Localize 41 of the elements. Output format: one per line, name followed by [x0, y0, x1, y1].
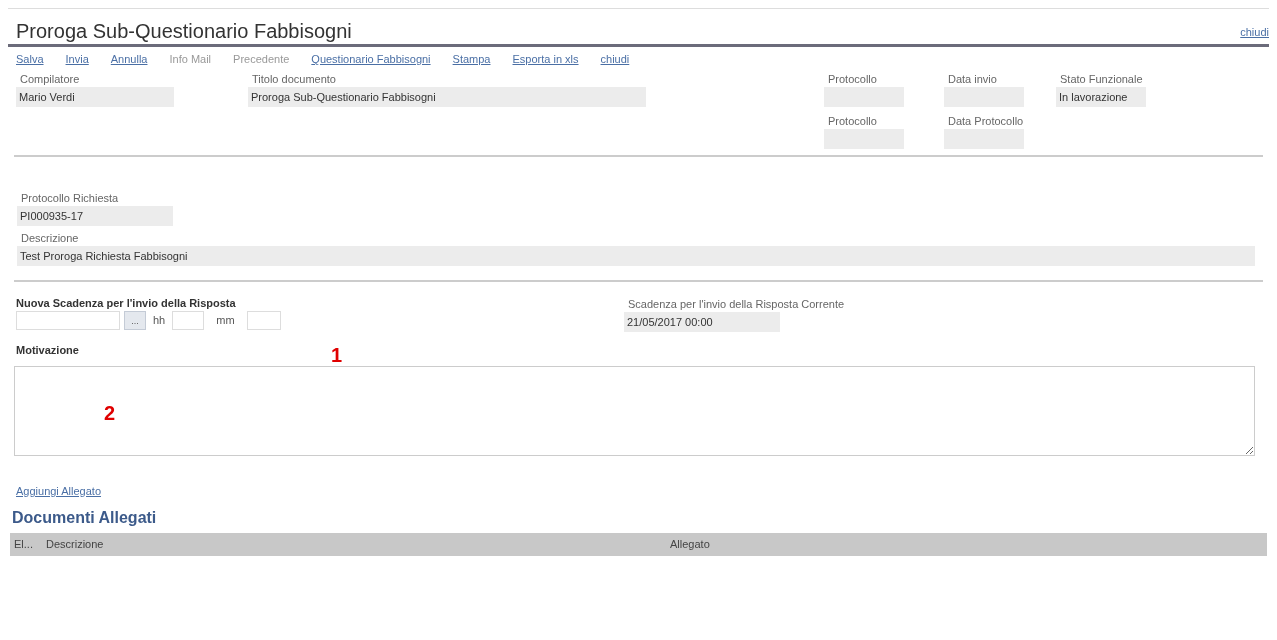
hour-label: hh — [152, 313, 167, 329]
toolbar-link[interactable]: Annulla — [110, 52, 148, 66]
field-label: Descrizione — [20, 231, 80, 246]
callout-number: 1 — [331, 343, 343, 368]
compilatore-field: Mario Verdi — [16, 87, 174, 107]
column-header: El... — [13, 537, 34, 553]
minute-label: mm — [215, 313, 236, 329]
callout-number: 2 — [104, 401, 116, 426]
field-label: Scadenza per l'invio della Risposta Corrente — [627, 297, 845, 312]
field-label: Compilatore — [19, 72, 81, 87]
section-title: Documenti Allegati — [12, 509, 157, 526]
page-title: Proroga Sub-Questionario Fabbisogni — [16, 19, 352, 43]
column-header: Allegato — [670, 537, 710, 553]
date-picker-button[interactable]: ... — [124, 311, 146, 330]
toolbar-link[interactable]: Questionario Fabbisogni — [311, 52, 431, 66]
field-label: Motivazione — [16, 344, 79, 356]
title-field: Proroga Sub-Questionario Fabbisogni — [248, 87, 646, 107]
current-deadline-field: 21/05/2017 00:00 — [624, 312, 780, 332]
add-attachment-link[interactable]: Aggiungi Allegato — [16, 485, 101, 497]
description-field: Test Proroga Richiesta Fabbisogni — [17, 246, 1255, 266]
toolbar-link[interactable]: Salva — [16, 52, 44, 66]
field-label: Nuova Scadenza per l'invio della Risposta — [16, 296, 237, 310]
status-field: In lavorazione — [1056, 87, 1146, 107]
field-label: Data Protocollo — [947, 114, 1024, 129]
hour-input[interactable] — [172, 311, 205, 330]
field-label: Stato Funzionale — [1059, 72, 1144, 87]
toolbar-link[interactable]: Stampa — [452, 52, 491, 66]
motivation-textarea[interactable] — [14, 366, 1255, 456]
toolbar-link[interactable]: Esporta in xls — [512, 52, 579, 66]
date-input[interactable] — [16, 311, 120, 330]
field-label: Data invio — [947, 72, 998, 87]
field-label: Titolo documento — [251, 72, 337, 87]
column-header: Descrizione — [46, 537, 105, 553]
toolbar-link[interactable]: chiudi — [600, 52, 630, 66]
field-label: Protocollo Richiesta — [20, 191, 120, 206]
minute-input[interactable] — [246, 311, 281, 330]
close-link[interactable]: chiudi — [1240, 23, 1269, 40]
field-label: Protocollo — [827, 72, 878, 87]
request-protocol-field: PI000935-17 — [17, 206, 173, 226]
field-label: Protocollo — [827, 114, 878, 129]
toolbar-link[interactable]: Invia — [65, 52, 89, 66]
